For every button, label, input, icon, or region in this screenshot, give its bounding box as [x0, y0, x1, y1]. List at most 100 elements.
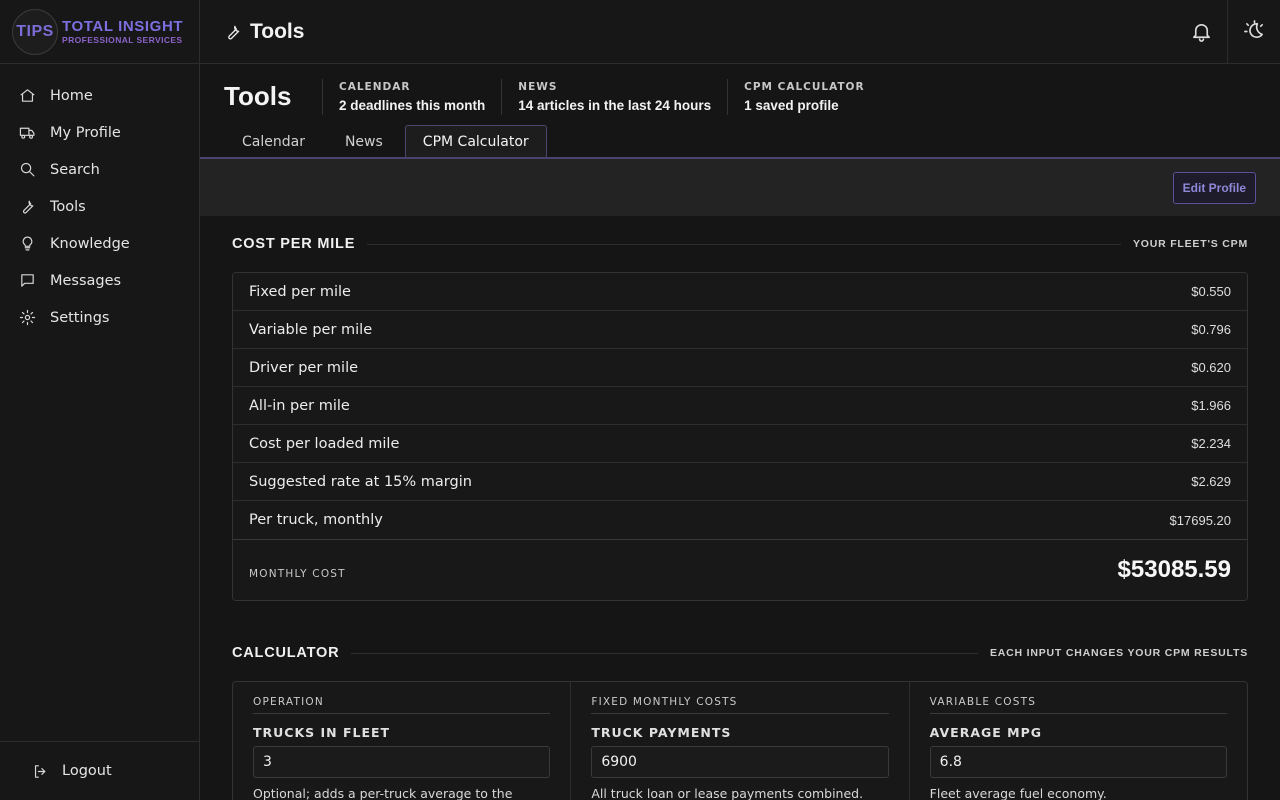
- stat-value: 2 deadlines this month: [339, 97, 486, 113]
- field-help: Fleet average fuel economy.: [929, 786, 1107, 800]
- stat-label: NEWS: [518, 80, 558, 93]
- notifications-button[interactable]: [1175, 0, 1227, 64]
- section-title: CALCULATOR: [232, 645, 340, 661]
- sidebar-item-label: Home: [50, 87, 93, 104]
- row-label: All-in per mile: [249, 397, 350, 414]
- message-icon: [21, 274, 34, 287]
- section-divider: [351, 652, 978, 654]
- sidebar-item-label: Knowledge: [50, 235, 130, 252]
- sidebar-item-tools[interactable]: Tools: [0, 188, 199, 225]
- row-value: $0.796: [1191, 322, 1231, 337]
- row-value: $0.550: [1191, 284, 1231, 299]
- topbar: Tools: [200, 0, 1280, 64]
- logout-label: Logout: [62, 763, 112, 779]
- row-label: Fixed per mile: [249, 283, 351, 300]
- wrench-icon: [22, 200, 34, 214]
- theme-toggle-icon: [1243, 20, 1263, 39]
- tab-calendar[interactable]: Calendar: [224, 125, 323, 157]
- logo-title: TOTAL INSIGHT: [62, 17, 184, 35]
- row-label: Per truck, monthly: [249, 512, 383, 528]
- field-help: All truck loan or lease payments combine…: [591, 786, 864, 800]
- tab-cpm-calculator[interactable]: CPM Calculator: [404, 125, 547, 157]
- average-mpg-input[interactable]: [929, 746, 1227, 778]
- calculator-panel: OPERATION TRUCKS IN FLEET Optional; adds…: [232, 681, 1248, 800]
- gear-icon: [19, 309, 36, 326]
- bell-icon: [1192, 23, 1210, 42]
- page-title: Tools: [224, 81, 292, 111]
- field-label: AVERAGE MPG: [929, 725, 1043, 740]
- theme-toggle-button[interactable]: [1228, 0, 1280, 64]
- brand-logo[interactable]: TIPS TOTAL INSIGHT PROFESSIONAL SERVICES: [0, 0, 199, 64]
- calculator-column-fixed-costs: FIXED MONTHLY COSTS TRUCK PAYMENTS All t…: [571, 682, 910, 800]
- toolbar: Edit Profile: [200, 159, 1280, 216]
- field-label: TRUCK PAYMENTS: [591, 725, 732, 740]
- sidebar-item-label: Settings: [50, 309, 110, 326]
- stat-value: 14 articles in the last 24 hours: [518, 97, 712, 113]
- column-heading: VARIABLE COSTS: [929, 696, 1227, 714]
- header-row: Tools CALENDAR 2 deadlines this month NE…: [224, 64, 1256, 126]
- lightbulb-icon: [22, 236, 33, 251]
- row-label: Driver per mile: [249, 359, 359, 376]
- field-label: TRUCKS IN FLEET: [253, 725, 391, 740]
- row-label: Cost per loaded mile: [249, 435, 400, 452]
- sidebar-item-home[interactable]: Home: [0, 77, 199, 114]
- page-header: Tools CALENDAR 2 deadlines this month NE…: [200, 64, 1280, 159]
- sidebar-item-settings[interactable]: Settings: [0, 299, 199, 336]
- table-row: Variable per mile $0.796: [233, 311, 1247, 349]
- table-row: Suggested rate at 15% margin $2.629: [233, 463, 1247, 501]
- row-value: $1.966: [1191, 398, 1231, 413]
- sidebar-item-messages[interactable]: Messages: [0, 262, 199, 299]
- cpm-results-table: Fixed per mile $0.550 Variable per mile …: [232, 272, 1248, 601]
- truck-icon: [19, 127, 35, 139]
- edit-profile-button[interactable]: Edit Profile: [1172, 171, 1256, 204]
- table-row: Per truck, monthly $17695.20: [233, 501, 1247, 539]
- logout-button[interactable]: Logout: [0, 741, 199, 800]
- section-divider: [367, 243, 1121, 245]
- column-heading: FIXED MONTHLY COSTS: [591, 696, 889, 714]
- topbar-title: Tools: [200, 20, 1175, 44]
- search-icon: [20, 162, 35, 177]
- stat-value: 1 saved profile: [744, 97, 839, 113]
- calculator-column-operation: OPERATION TRUCKS IN FLEET Optional; adds…: [233, 682, 572, 800]
- sidebar-item-knowledge[interactable]: Knowledge: [0, 225, 199, 262]
- monthly-cost-label: MONTHLY COST: [249, 568, 346, 580]
- table-row: Cost per loaded mile $2.234: [233, 425, 1247, 463]
- stat-label: CPM CALCULATOR: [744, 80, 865, 93]
- section-note: YOUR FLEET'S CPM: [1132, 238, 1248, 250]
- monthly-cost-row: MONTHLY COST $53085.59: [233, 539, 1247, 600]
- main-panel: Tools Tools CALENDAR 2 deadlines this mo…: [200, 0, 1280, 800]
- table-row: Driver per mile $0.620: [233, 349, 1247, 387]
- cpm-section-header: COST PER MILE YOUR FLEET'S CPM: [232, 216, 1248, 272]
- sidebar-item-label: Messages: [50, 272, 122, 289]
- tab-bar: Calendar News CPM Calculator: [200, 125, 1280, 159]
- stat-cpm-calculator: CPM CALCULATOR 1 saved profile: [727, 78, 880, 115]
- sidebar-item-label: Search: [50, 161, 100, 178]
- table-row: All-in per mile $1.966: [233, 387, 1247, 425]
- sidebar-item-label: Tools: [50, 198, 86, 215]
- trucks-in-fleet-input[interactable]: [253, 746, 551, 778]
- row-label: Variable per mile: [249, 321, 373, 338]
- stat-label: CALENDAR: [339, 80, 411, 93]
- row-label: Suggested rate at 15% margin: [249, 473, 472, 490]
- section-note: EACH INPUT CHANGES YOUR CPM RESULTS: [989, 647, 1248, 659]
- monthly-cost-value: $53085.59: [1117, 556, 1231, 583]
- tab-news[interactable]: News: [327, 125, 401, 157]
- row-value: $17695.20: [1169, 512, 1231, 528]
- content: COST PER MILE YOUR FLEET'S CPM Fixed per…: [200, 216, 1280, 800]
- wrench-icon: [228, 25, 240, 39]
- calculator-section-header: CALCULATOR EACH INPUT CHANGES YOUR CPM R…: [232, 625, 1248, 681]
- sidebar-item-my-profile[interactable]: My Profile: [0, 114, 199, 151]
- sidebar-item-label: My Profile: [50, 124, 121, 141]
- section-title: COST PER MILE: [232, 236, 356, 252]
- logo-subtitle: PROFESSIONAL SERVICES: [62, 34, 183, 45]
- stat-calendar: CALENDAR 2 deadlines this month: [322, 78, 501, 115]
- logout-icon: [34, 764, 46, 778]
- sidebar: TIPS TOTAL INSIGHT PROFESSIONAL SERVICES…: [0, 0, 200, 800]
- truck-payments-input[interactable]: [591, 746, 889, 778]
- sidebar-item-search[interactable]: Search: [0, 151, 199, 188]
- topbar-title-text: Tools: [250, 19, 305, 43]
- calculator-column-variable-costs: VARIABLE COSTS AVERAGE MPG Fleet average…: [910, 682, 1247, 800]
- logo-text: TOTAL INSIGHT PROFESSIONAL SERVICES: [62, 19, 183, 45]
- column-heading: OPERATION: [253, 696, 551, 714]
